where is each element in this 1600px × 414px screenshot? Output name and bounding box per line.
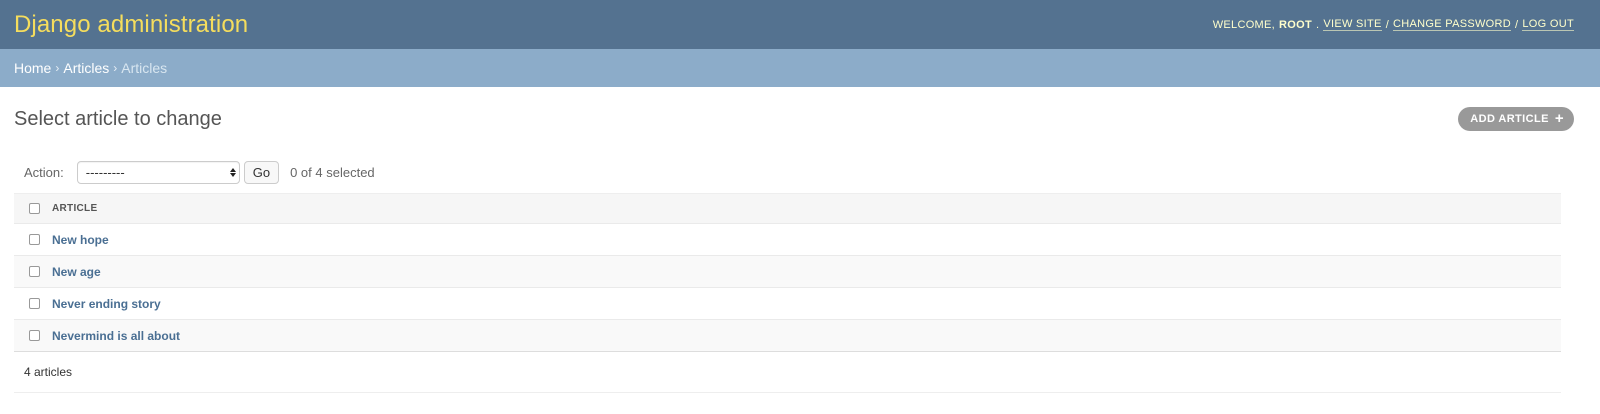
table-header-row: Article <box>14 193 1561 224</box>
user-tools-separator: / <box>1515 18 1519 31</box>
column-header-article[interactable]: Article <box>52 203 97 214</box>
view-site-link[interactable]: View site <box>1323 18 1382 31</box>
add-article-button[interactable]: Add article + <box>1458 107 1574 131</box>
actions-bar: Action: --------- Go 0 of 4 selected <box>14 151 1574 193</box>
breadcrumb: Home › Articles › Articles <box>0 49 1600 87</box>
article-link[interactable]: New age <box>52 265 101 279</box>
paginator: 4 articles <box>14 352 1561 393</box>
row-checkbox[interactable] <box>28 234 40 245</box>
user-tools-separator: / <box>1385 18 1390 31</box>
row-checkbox[interactable] <box>28 266 40 277</box>
breadcrumb-current: Articles <box>121 60 168 76</box>
site-header: Django administration Welcome, root. Vie… <box>0 0 1600 49</box>
table-row: New hope <box>14 224 1561 256</box>
username: root <box>1279 18 1312 31</box>
welcome-text: Welcome, <box>1212 18 1276 31</box>
table-row: Nevermind is all about <box>14 320 1561 352</box>
page-title: Select article to change <box>14 107 222 130</box>
table-row: New age <box>14 256 1561 288</box>
breadcrumb-separator: › <box>113 61 118 75</box>
select-all-checkbox[interactable] <box>28 203 40 214</box>
row-checkbox[interactable] <box>28 330 40 341</box>
main-content: Select article to change Add article + A… <box>0 87 1600 393</box>
select-arrows-icon <box>229 167 236 177</box>
breadcrumb-separator: › <box>55 61 60 75</box>
results-table: Article New hope New age Never ending st… <box>14 193 1561 352</box>
plus-icon: + <box>1554 110 1564 127</box>
breadcrumb-app[interactable]: Articles <box>63 60 109 76</box>
go-button[interactable]: Go <box>243 160 280 184</box>
row-checkbox[interactable] <box>28 298 40 309</box>
add-article-label: Add article <box>1470 113 1549 125</box>
site-branding[interactable]: Django administration <box>14 11 248 39</box>
article-link[interactable]: Nevermind is all about <box>52 329 180 343</box>
article-link[interactable]: New hope <box>52 233 109 247</box>
breadcrumb-home[interactable]: Home <box>14 60 51 76</box>
action-select[interactable]: --------- <box>76 160 240 184</box>
change-password-link[interactable]: Change password <box>1393 18 1512 31</box>
selected-count: 0 of 4 selected <box>290 164 375 180</box>
title-row: Select article to change Add article + <box>14 87 1574 151</box>
action-select-value: --------- <box>85 164 125 180</box>
action-label: Action: <box>24 164 64 180</box>
log-out-link[interactable]: Log out <box>1522 18 1574 31</box>
table-row: Never ending story <box>14 288 1561 320</box>
article-link[interactable]: Never ending story <box>52 297 161 311</box>
user-tools: Welcome, root. View site / Change passwo… <box>1212 18 1574 31</box>
